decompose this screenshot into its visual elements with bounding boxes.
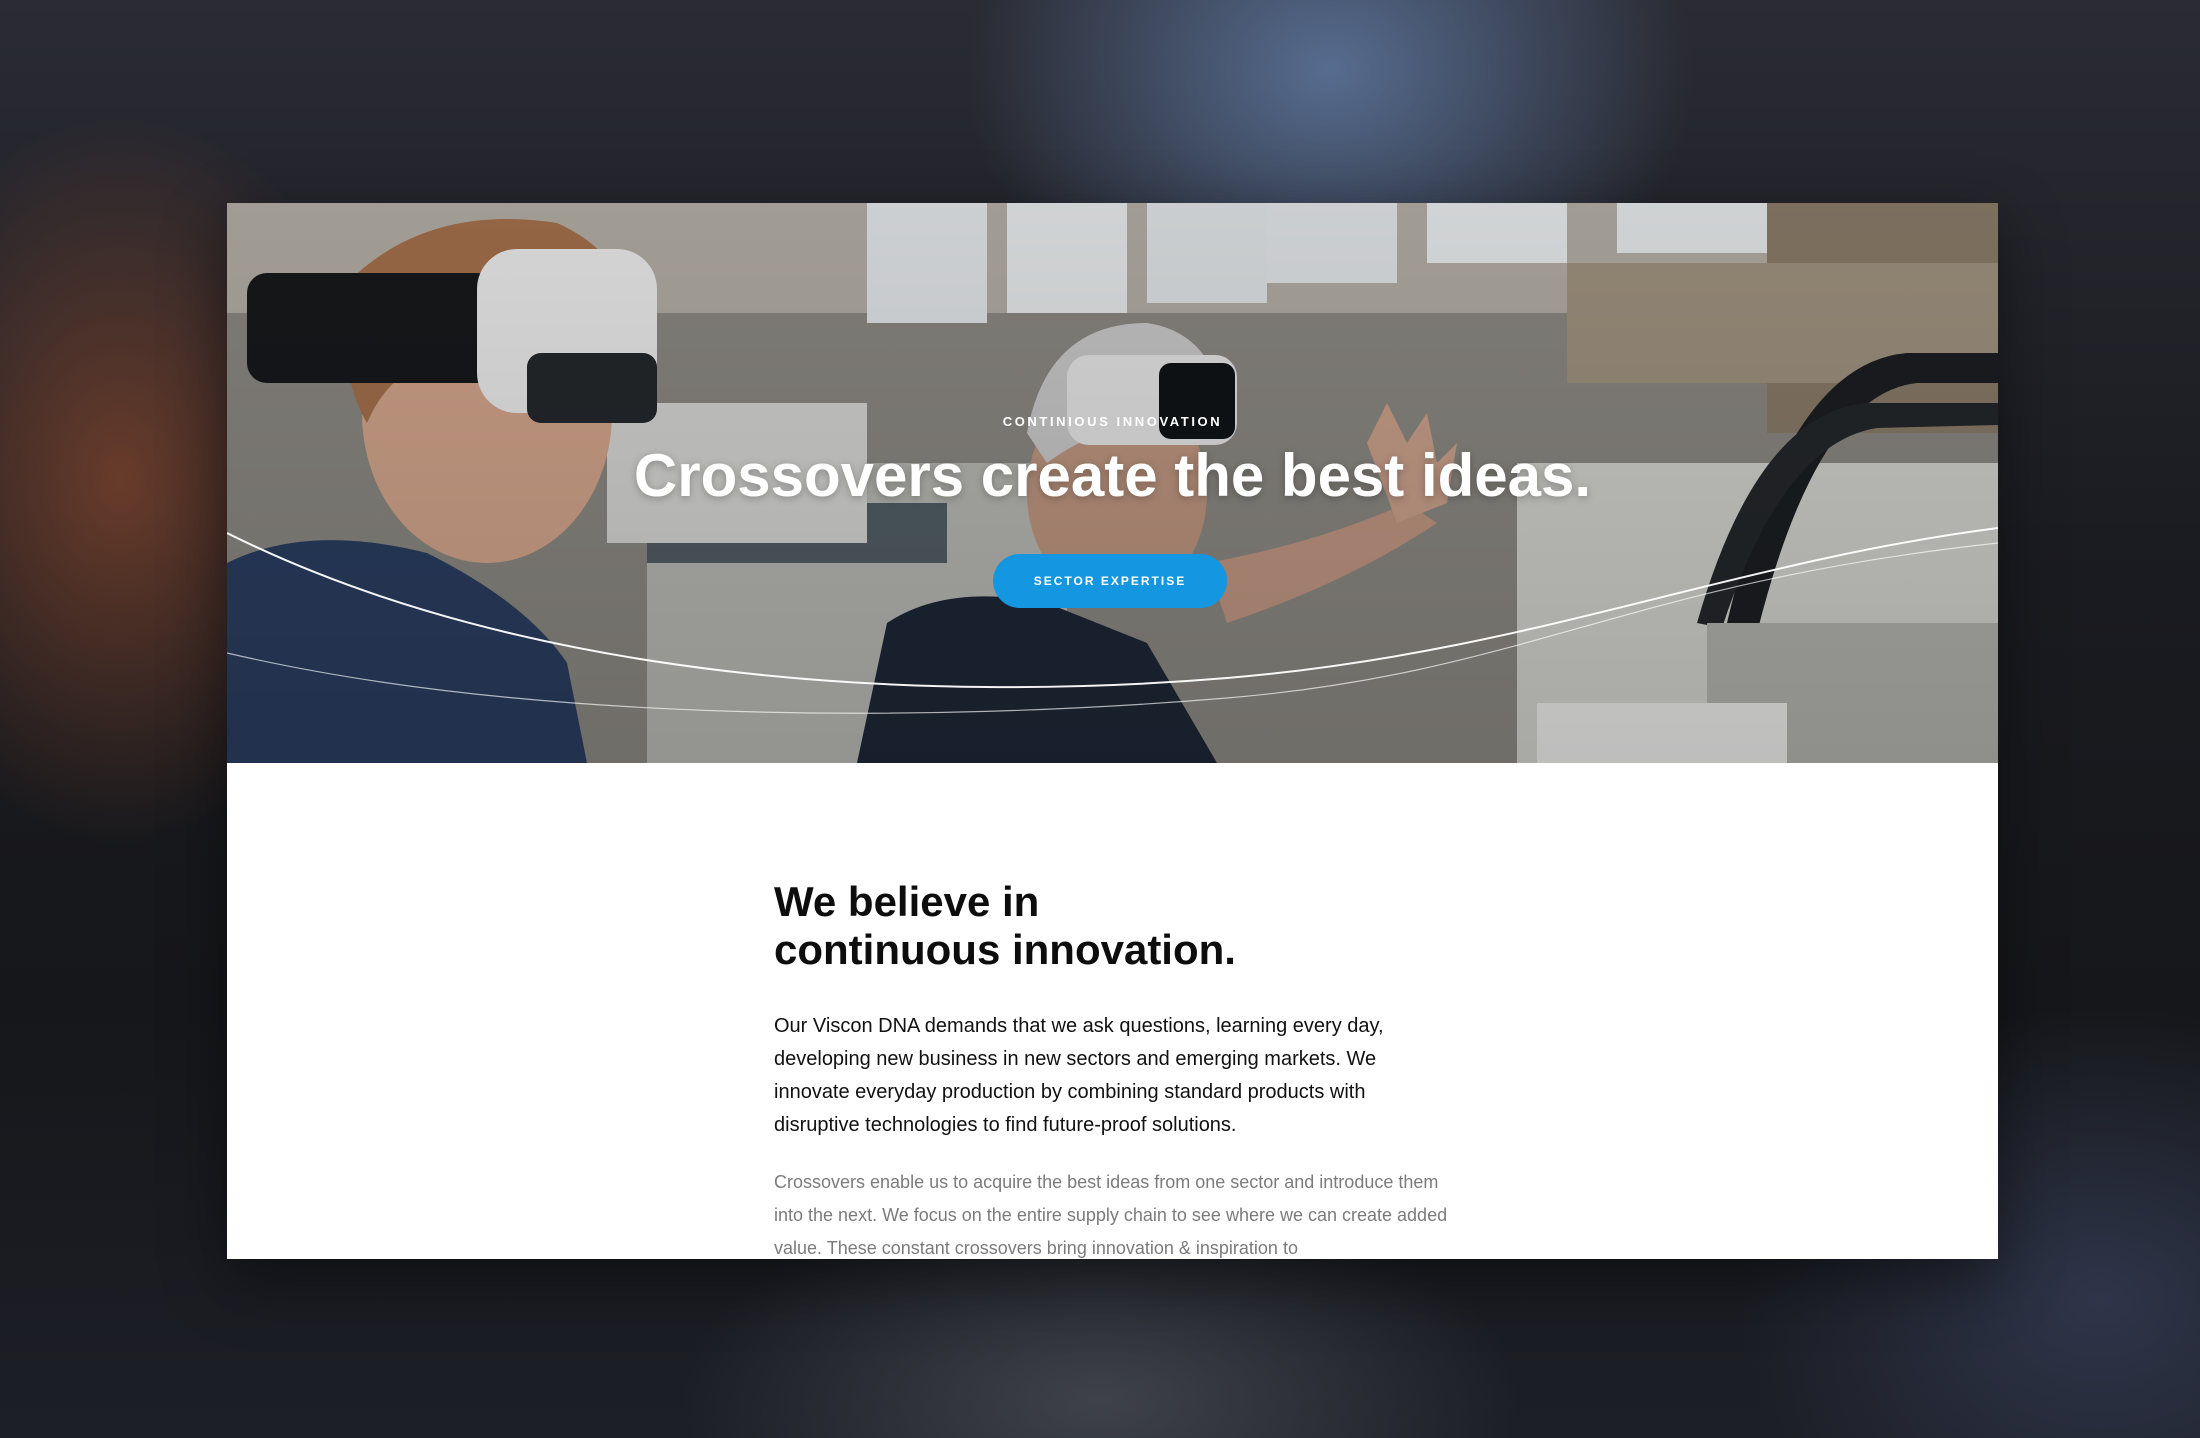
sector-expertise-button[interactable]: SECTOR EXPERTISE <box>993 554 1227 608</box>
hero-eyebrow: CONTINIOUS INNOVATION <box>1002 414 1223 429</box>
intro-body-paragraph: Crossovers enable us to acquire the best… <box>774 1172 1448 1258</box>
intro-section: We believe in continuous innovation. Our… <box>774 878 1454 1259</box>
intro-lead-paragraph: Our Viscon DNA demands that we ask quest… <box>774 1015 1384 1136</box>
intro-heading-line-2: continuous innovation. <box>774 926 1236 973</box>
website-preview: CONTINIOUS INNOVATION Crossovers create … <box>227 203 1998 1259</box>
intro-heading: We believe in continuous innovation. <box>774 878 1454 974</box>
hero-section: CONTINIOUS INNOVATION Crossovers create … <box>227 203 1998 763</box>
hero-title: Crossovers create the best ideas. <box>633 442 1592 509</box>
intro-heading-line-1: We believe in <box>774 878 1040 925</box>
